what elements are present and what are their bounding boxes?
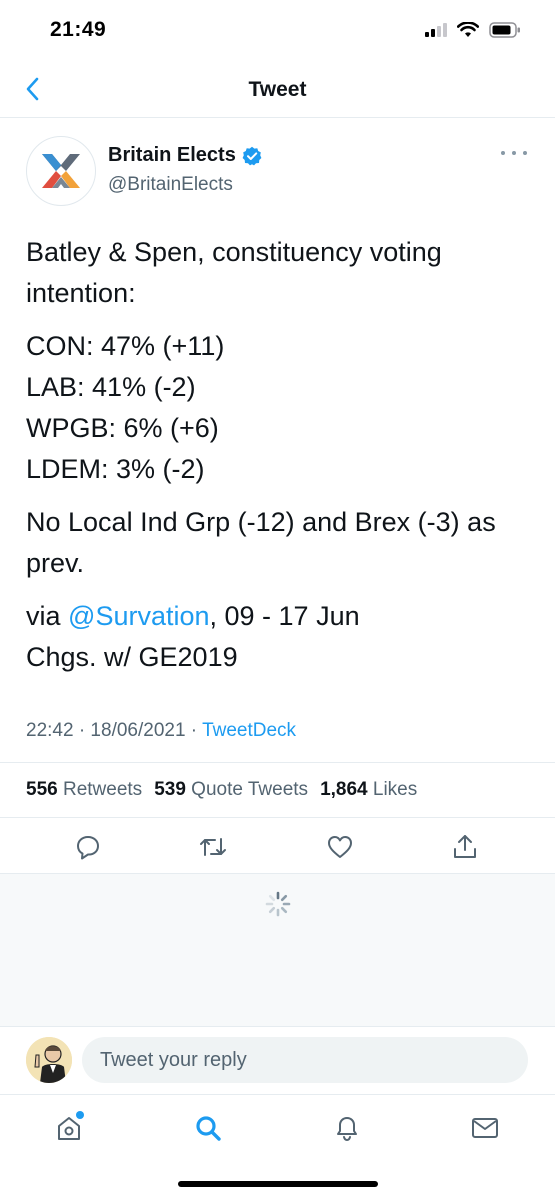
reply-bar	[0, 1026, 555, 1094]
more-dot-icon	[523, 151, 527, 155]
result-line: WPGB: 6% (+6)	[26, 413, 219, 443]
result-line: LAB: 41% (-2)	[26, 372, 196, 402]
battery-icon	[489, 22, 520, 38]
source-link[interactable]: TweetDeck	[202, 720, 296, 741]
quotes-label: Quote Tweets	[191, 779, 309, 800]
like-button[interactable]	[325, 832, 355, 862]
likes-stat[interactable]: 1,864 Likes	[320, 779, 417, 801]
tweet-author: Britain Elects @BritainElects	[26, 132, 529, 208]
more-dot-icon	[501, 151, 505, 155]
reply-button[interactable]	[73, 832, 103, 862]
user-avatar-image	[26, 1037, 72, 1083]
mention-link[interactable]: @Survation	[68, 601, 209, 631]
verified-badge-icon	[242, 146, 262, 165]
share-button[interactable]	[450, 832, 480, 862]
replies-loading-area	[0, 874, 555, 1026]
likes-label: Likes	[372, 779, 418, 800]
messages-icon	[472, 1118, 498, 1138]
reply-input[interactable]	[82, 1037, 528, 1083]
tab-notifications[interactable]	[330, 1111, 364, 1145]
page-title: Tweet	[248, 78, 307, 101]
retweets-stat[interactable]: 556 Retweets	[26, 779, 142, 801]
tweet-timestamp: 22:42 · 18/06/2021 · TweetDeck	[26, 720, 296, 742]
like-icon	[328, 836, 352, 858]
search-icon	[196, 1116, 221, 1141]
reply-icon	[77, 836, 99, 860]
notifications-icon	[337, 1117, 357, 1142]
home-indicator	[178, 1181, 378, 1187]
author-avatar[interactable]	[26, 136, 96, 206]
britain-elects-logo	[42, 154, 80, 188]
result-line: CON: 47% (+11)	[26, 331, 225, 361]
result-line: LDEM: 3% (-2)	[26, 454, 205, 484]
likes-count: 1,864	[320, 779, 368, 800]
more-options-button[interactable]	[501, 146, 527, 160]
nav-header: Tweet	[0, 62, 555, 118]
share-icon	[454, 835, 476, 858]
changes-note: Chgs. w/ GE2019	[26, 642, 238, 672]
tweet-source-line: via @Survation, 09 - 17 Jun Chgs. w/ GE2…	[26, 596, 529, 678]
user-avatar[interactable]	[26, 1037, 72, 1083]
tweet-intro: Batley & Spen, constituency voting inten…	[26, 237, 442, 308]
via-prefix: via	[26, 601, 69, 631]
via-suffix: , 09 - 17 Jun	[209, 601, 360, 631]
status-bar: 21:49	[0, 0, 555, 62]
author-handle[interactable]: @BritainElects	[108, 174, 233, 196]
author-name-text: Britain Elects	[108, 144, 236, 166]
retweet-button[interactable]	[198, 832, 228, 862]
tab-home[interactable]	[52, 1111, 86, 1145]
tweet-note: No Local Ind Grp (-12) and Brex (-3) as …	[26, 507, 496, 578]
author-name[interactable]: Britain Elects	[108, 144, 262, 167]
notification-dot	[76, 1111, 84, 1119]
status-time: 21:49	[50, 18, 107, 41]
status-icons	[425, 22, 521, 38]
quotes-count: 539	[154, 779, 186, 800]
signal-icon	[425, 23, 447, 37]
retweets-label: Retweets	[62, 779, 143, 800]
tab-search[interactable]	[191, 1111, 225, 1145]
retweet-icon	[200, 838, 226, 856]
quotes-stat[interactable]: 539 Quote Tweets	[154, 779, 308, 801]
loading-spinner-icon	[265, 891, 291, 917]
retweets-count: 556	[26, 779, 58, 800]
timestamp-text: 22:42 · 18/06/2021 ·	[26, 720, 203, 741]
tweet-results: CON: 47% (+11) LAB: 41% (-2) WPGB: 6% (+…	[26, 326, 529, 490]
tab-messages[interactable]	[468, 1111, 502, 1145]
more-dot-icon	[512, 151, 516, 155]
engagement-stats: 556 Retweets 539 Quote Tweets 1,864 Like…	[0, 762, 555, 818]
tweet-text: Batley & Spen, constituency voting inten…	[26, 232, 529, 690]
tweet-actions	[0, 818, 555, 874]
wifi-icon	[457, 22, 479, 37]
